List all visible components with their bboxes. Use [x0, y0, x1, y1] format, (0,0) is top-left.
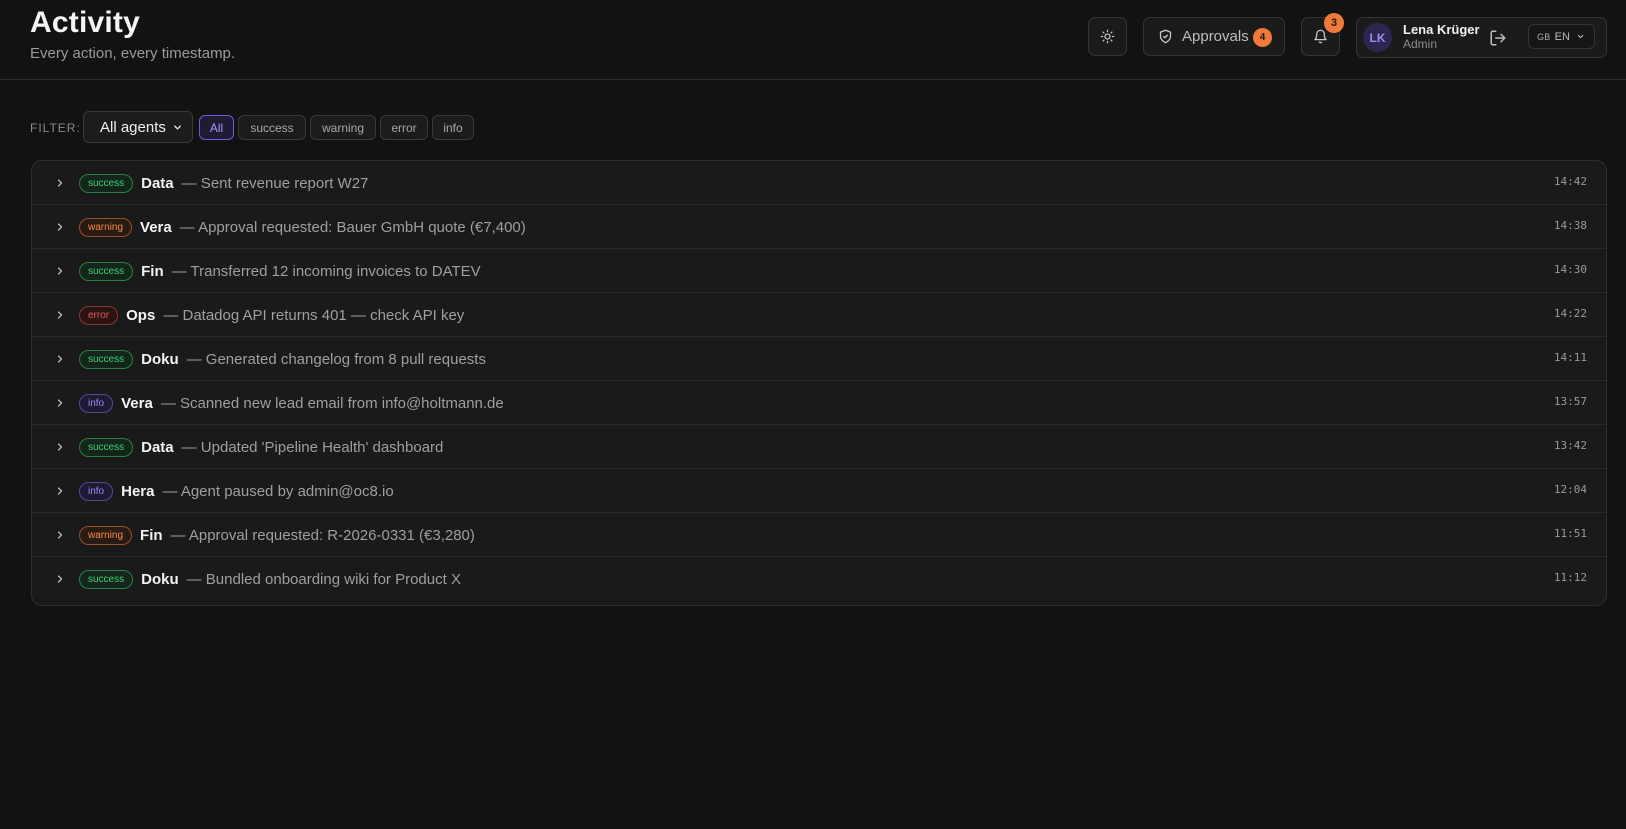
- agent-name: Fin: [140, 526, 163, 544]
- chevron-right-icon[interactable]: [54, 529, 66, 541]
- agent-name: Doku: [141, 570, 179, 588]
- agent-name: Vera: [121, 394, 153, 412]
- user-menu: LK Lena Krüger Admin GB EN: [1356, 17, 1607, 58]
- chevron-right-icon[interactable]: [54, 221, 66, 233]
- chevron-right-icon[interactable]: [54, 309, 66, 321]
- activity-row[interactable]: success Fin — Transferred 12 incoming in…: [32, 249, 1606, 293]
- status-badge: info: [79, 481, 114, 501]
- activity-time: 14:30: [1553, 263, 1587, 276]
- activity-message: — Sent revenue report W27: [181, 174, 369, 192]
- activity-time: 13:57: [1553, 395, 1587, 408]
- user-name: Lena Krüger: [1403, 22, 1480, 37]
- shield-check-icon: [1159, 29, 1172, 44]
- activity-row[interactable]: error Ops — Datadog API returns 401 — ch…: [32, 293, 1606, 337]
- language-select[interactable]: GB EN: [1528, 24, 1595, 49]
- activity-row[interactable]: success Data — Updated 'Pipeline Health'…: [32, 425, 1606, 469]
- agent-name: Fin: [141, 262, 164, 280]
- language-code: EN: [1554, 30, 1570, 43]
- page-header: Activity Every action, every timestamp. …: [0, 0, 1626, 80]
- activity-message: — Agent paused by admin@oc8.io: [162, 482, 394, 500]
- agent-name: Vera: [140, 218, 172, 236]
- status-badge: success: [79, 349, 134, 369]
- activity-message: — Bundled onboarding wiki for Product X: [186, 570, 461, 588]
- filter-chip-success[interactable]: success: [238, 115, 306, 140]
- approvals-button[interactable]: Approvals 4: [1143, 17, 1285, 56]
- chevron-right-icon[interactable]: [54, 177, 66, 189]
- status-badge: error: [79, 305, 119, 325]
- agent-name: Doku: [141, 350, 179, 368]
- chevron-right-icon[interactable]: [54, 397, 66, 409]
- filter-label: FILTER:: [30, 121, 81, 135]
- chevron-right-icon[interactable]: [54, 441, 66, 453]
- agent-name: Data: [141, 174, 174, 192]
- activity-time: 14:22: [1553, 307, 1587, 320]
- activity-message: — Updated 'Pipeline Health' dashboard: [181, 438, 444, 456]
- bell-icon: [1314, 29, 1327, 44]
- user-role: Admin: [1403, 37, 1438, 51]
- activity-row[interactable]: warning Fin — Approval requested: R-2026…: [32, 513, 1606, 557]
- agent-filter-value: All agents: [100, 118, 166, 136]
- activity-row[interactable]: info Vera — Scanned new lead email from …: [32, 381, 1606, 425]
- agent-name: Hera: [121, 482, 155, 500]
- filter-chip-error[interactable]: error: [380, 115, 428, 140]
- filter-chip-all[interactable]: All: [199, 115, 234, 140]
- activity-row[interactable]: success Data — Sent revenue report W27 1…: [32, 161, 1606, 205]
- status-badge: warning: [79, 217, 133, 237]
- activity-row[interactable]: success Doku — Generated changelog from …: [32, 337, 1606, 381]
- approvals-count-badge: 4: [1253, 28, 1272, 47]
- chevron-down-icon: [1577, 34, 1584, 39]
- activity-time: 11:51: [1553, 527, 1587, 540]
- activity-row[interactable]: info Hera — Agent paused by admin@oc8.io…: [32, 469, 1606, 513]
- language-flag: GB: [1537, 31, 1551, 42]
- agent-name: Ops: [126, 306, 156, 324]
- activity-message: — Approval requested: Bauer GmbH quote (…: [179, 218, 526, 236]
- activity-message: — Approval requested: R-2026-0331 (€3,28…: [170, 526, 475, 544]
- page-title: Activity: [30, 6, 140, 39]
- page-subtitle: Every action, every timestamp.: [30, 45, 236, 62]
- activity-time: 12:04: [1553, 483, 1587, 496]
- status-badge: success: [79, 261, 134, 281]
- logout-icon[interactable]: [1489, 29, 1507, 47]
- status-badge: success: [79, 173, 134, 193]
- activity-time: 14:11: [1553, 351, 1587, 364]
- activity-time: 13:42: [1553, 439, 1587, 452]
- activity-message: — Scanned new lead email from info@holtm…: [160, 394, 504, 412]
- avatar[interactable]: LK: [1363, 23, 1392, 52]
- agent-filter-select[interactable]: All agents: [83, 111, 193, 143]
- activity-message: — Transferred 12 incoming invoices to DA…: [171, 262, 481, 280]
- activity-time: 14:42: [1553, 175, 1587, 188]
- status-badge: success: [79, 437, 134, 457]
- activity-message: — Datadog API returns 401 — check API ke…: [163, 306, 465, 324]
- agent-name: Data: [141, 438, 174, 456]
- activity-row[interactable]: success Doku — Bundled onboarding wiki f…: [32, 557, 1606, 601]
- activity-message: — Generated changelog from 8 pull reques…: [186, 350, 486, 368]
- status-badge: success: [79, 569, 134, 589]
- notifications-button[interactable]: 3: [1301, 13, 1344, 56]
- approvals-label: Approvals: [1182, 28, 1249, 45]
- filter-chip-warning[interactable]: warning: [310, 115, 376, 140]
- activity-list: success Data — Sent revenue report W27 1…: [31, 160, 1607, 606]
- chevron-right-icon[interactable]: [54, 485, 66, 497]
- chevron-right-icon[interactable]: [54, 573, 66, 585]
- theme-toggle-button[interactable]: [1088, 17, 1127, 56]
- chevron-right-icon[interactable]: [54, 353, 66, 365]
- chevron-down-icon: [174, 125, 181, 130]
- sun-icon: [1100, 29, 1115, 44]
- activity-time: 11:12: [1553, 571, 1587, 584]
- activity-row[interactable]: warning Vera — Approval requested: Bauer…: [32, 205, 1606, 249]
- notifications-count-badge: 3: [1324, 13, 1344, 33]
- filter-chip-info[interactable]: info: [432, 115, 474, 140]
- status-badge: info: [79, 393, 114, 413]
- status-badge: warning: [79, 525, 133, 545]
- activity-time: 14:38: [1553, 219, 1587, 232]
- chevron-right-icon[interactable]: [54, 265, 66, 277]
